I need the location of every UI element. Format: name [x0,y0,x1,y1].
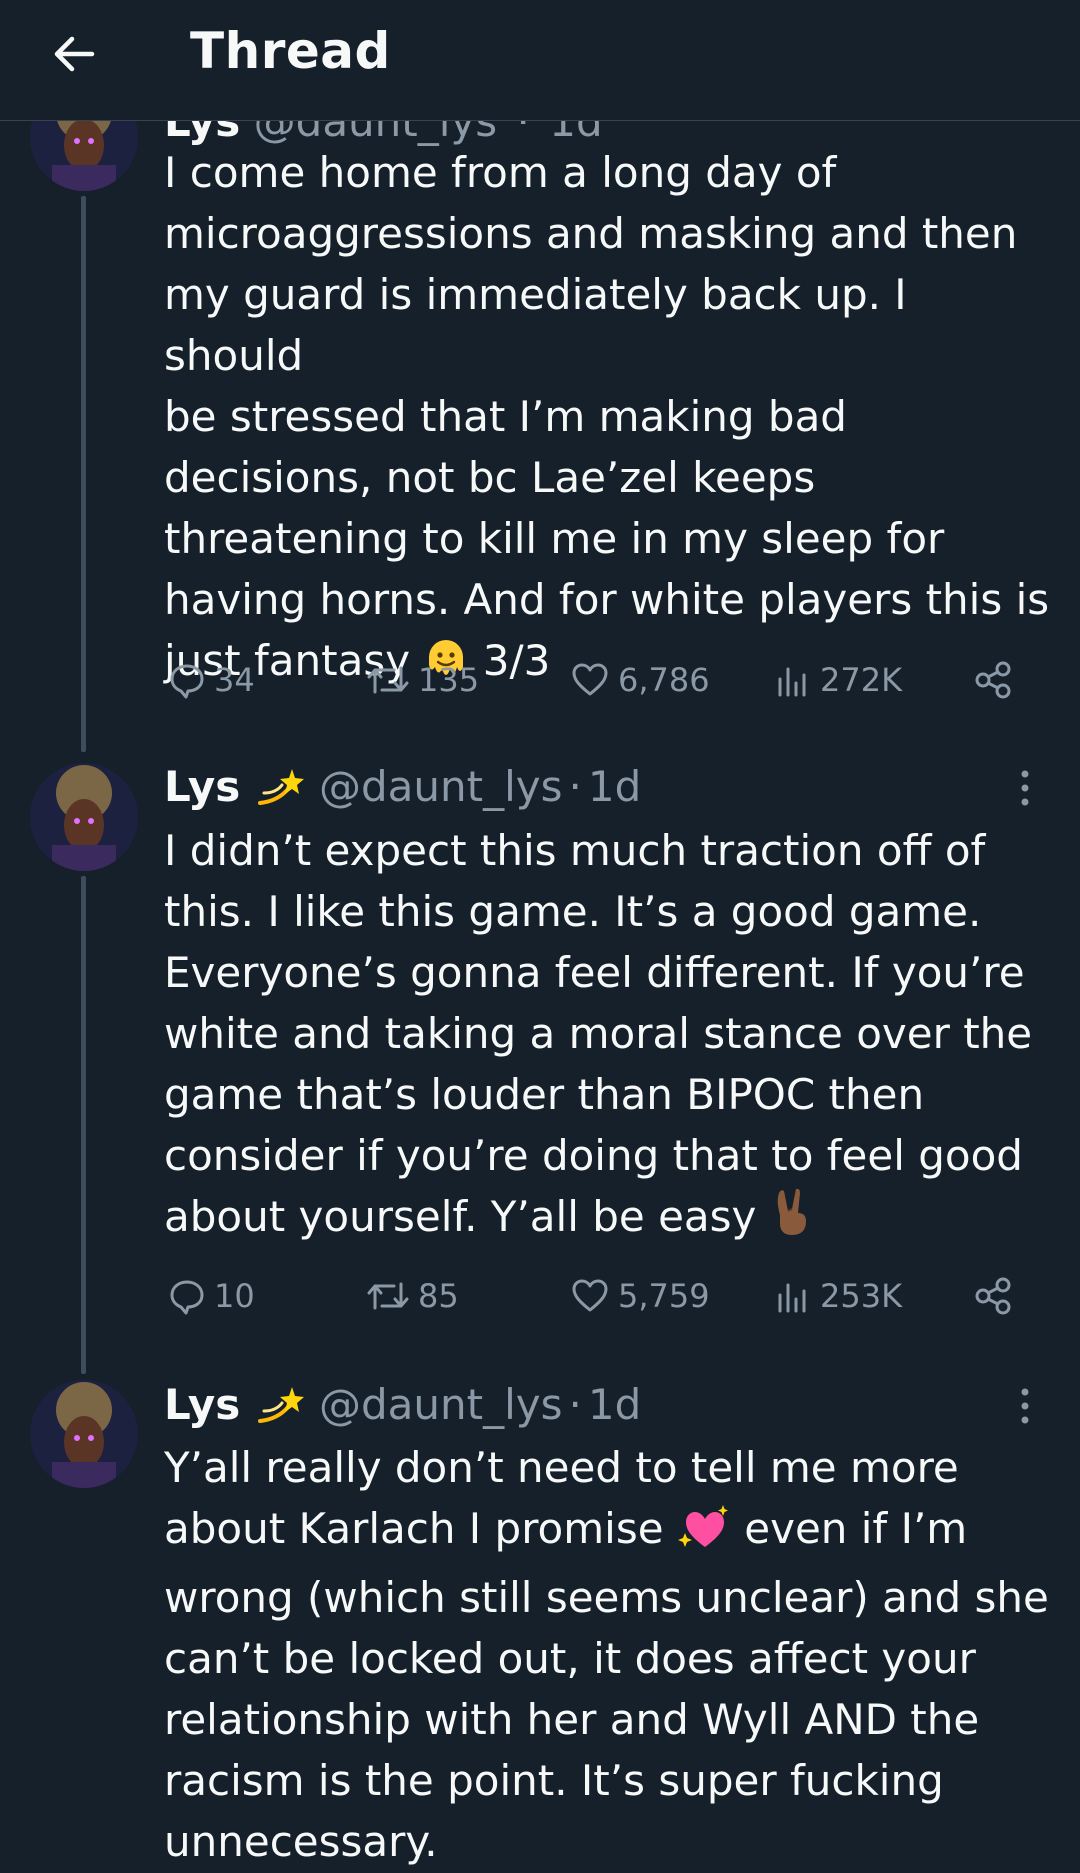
thread-connector [81,876,86,1374]
share-button[interactable] [972,656,1022,704]
tweet-header: Lys @daunt_lys · 1d [164,1380,641,1437]
repost-button[interactable]: 85 [366,1272,459,1320]
tweet-text-part: 3/3 [469,636,551,685]
separator-dot: · [568,1380,582,1429]
author-name[interactable]: Lys [164,1380,240,1429]
avatar[interactable] [30,763,138,871]
tweet-text: Y’all really don’t need to tell me more … [164,1437,1054,1872]
victory-hand-emoji [770,1187,814,1255]
author-handle[interactable]: @daunt_lys [319,1380,563,1429]
reply-icon [170,1280,204,1315]
repost-count: 135 [418,661,480,699]
like-count: 6,786 [618,661,710,699]
more-vertical-icon [1021,770,1029,806]
heart-icon [572,663,608,696]
more-options-button[interactable] [1012,768,1038,812]
author-handle[interactable]: @daunt_lys [319,762,563,811]
avatar-image [30,1380,138,1488]
tweet-text-part: I come home from a long day of microaggr… [164,148,1050,685]
tweet-time: 1d [587,762,642,811]
share-icon [975,661,1011,699]
tweet-text: I didn’t expect this much traction off o… [164,820,1054,1255]
views-button[interactable]: 253K [774,1272,902,1320]
avatar[interactable] [30,1380,138,1488]
views-button[interactable]: 272K [774,656,902,704]
tweet-text: I come home from a long day of microaggr… [164,142,1054,699]
like-count: 5,759 [618,1277,710,1315]
like-button[interactable]: 6,786 [570,656,710,704]
repost-icon [367,666,409,694]
tweet-text-part: even if I’m wrong (which still seems unc… [164,1504,1049,1866]
arrow-left-icon [54,36,95,72]
share-icon [975,1277,1011,1315]
dizzy-emoji [254,763,306,819]
reply-icon [170,664,204,699]
reply-count: 34 [214,661,255,699]
like-button[interactable]: 5,759 [570,1272,710,1320]
views-count: 272K [820,661,903,699]
reply-count: 10 [214,1277,255,1315]
tweet-text-part: I didn’t expect this much traction off o… [164,826,1033,1241]
author-name[interactable]: Lys [164,762,240,811]
views-count: 253K [820,1277,903,1315]
separator-dot: · [568,762,582,811]
views-chart-icon [778,1283,806,1313]
heart-icon [572,1279,608,1312]
reply-button[interactable]: 10 [168,1272,255,1320]
top-bar: Thread [0,0,1080,121]
more-options-button[interactable] [1012,1386,1038,1430]
more-vertical-icon [1021,1388,1029,1424]
avatar-image [30,763,138,871]
back-button[interactable] [48,28,100,80]
tweet-time: 1d [587,1380,642,1429]
repost-icon [367,1282,409,1310]
repost-button[interactable]: 135 [366,656,479,704]
sparkling-heart-emoji [677,1503,731,1567]
reply-button[interactable]: 34 [168,656,255,704]
dizzy-emoji [254,1381,306,1437]
views-chart-icon [778,667,806,697]
share-button[interactable] [972,1272,1022,1320]
tweet-header: Lys @daunt_lys · 1d [164,762,641,819]
page-title: Thread [190,22,391,80]
repost-count: 85 [418,1277,459,1315]
thread-connector [81,196,86,752]
